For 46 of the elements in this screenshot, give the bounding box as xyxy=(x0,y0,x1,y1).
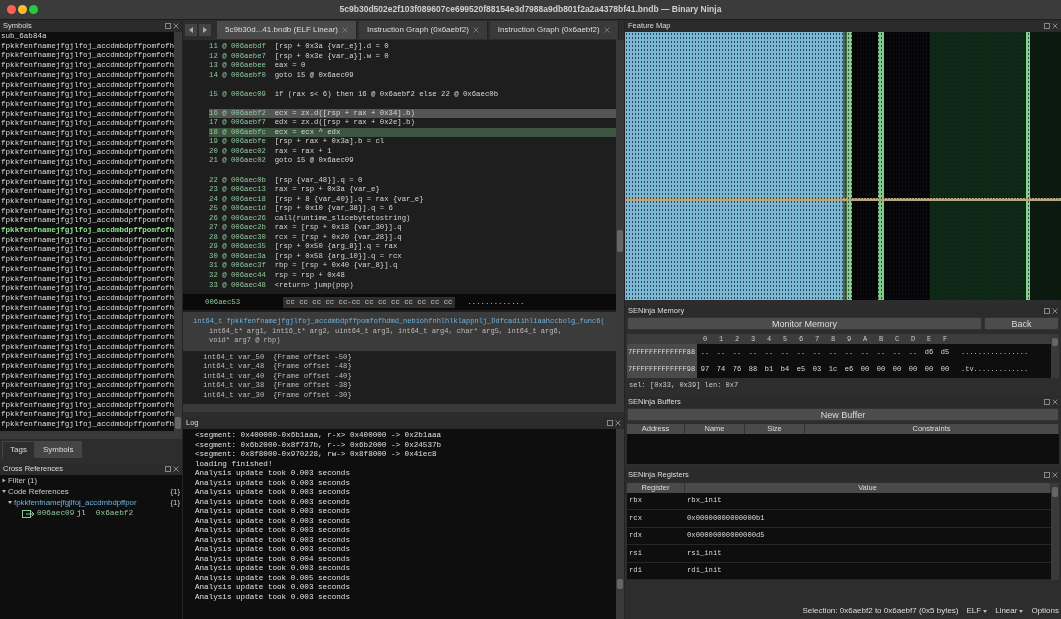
undock-icon[interactable] xyxy=(165,23,171,29)
expand-icon[interactable] xyxy=(2,478,6,483)
scrollbar[interactable] xyxy=(1051,482,1059,580)
close-icon[interactable] xyxy=(1052,308,1058,314)
forward-button[interactable] xyxy=(199,24,211,36)
left-arrow-icon xyxy=(189,27,193,33)
undock-icon[interactable] xyxy=(1044,308,1050,314)
undock-icon[interactable] xyxy=(1044,471,1050,478)
tab[interactable]: Symbols xyxy=(34,441,82,458)
undock-icon[interactable] xyxy=(607,420,613,426)
close-icon[interactable] xyxy=(173,23,179,29)
scrollbar[interactable] xyxy=(0,431,182,439)
undock-icon[interactable] xyxy=(1044,23,1050,29)
close-icon[interactable] xyxy=(472,27,479,33)
caret-icon xyxy=(983,609,988,613)
back-button[interactable] xyxy=(185,24,197,36)
scrollbar[interactable] xyxy=(1051,334,1059,378)
selection-status: Selection: 0x6aebf2 to 0x6aebf7 (0x5 bytes) xyxy=(802,605,959,617)
status-menu[interactable]: Linear xyxy=(995,605,1024,617)
close-icon[interactable] xyxy=(615,420,621,426)
close-icon[interactable] xyxy=(1052,398,1058,405)
feature-map-drawing[interactable] xyxy=(625,32,1061,300)
scrollbar[interactable] xyxy=(616,429,624,619)
expand-icon[interactable] xyxy=(2,490,6,493)
expand-icon[interactable] xyxy=(8,501,12,504)
right-arrow-icon xyxy=(203,27,207,33)
tab[interactable]: Tags xyxy=(2,441,35,458)
close-icon[interactable] xyxy=(1052,23,1058,29)
close-icon[interactable] xyxy=(603,27,610,33)
memory-button[interactable]: Back xyxy=(984,317,1059,330)
status-menu[interactable]: ELF xyxy=(966,605,988,617)
editor-tab[interactable]: Instruction Graph (0x6aebf2) xyxy=(489,21,619,39)
jump-arrow-icon xyxy=(22,509,35,518)
scrollbar[interactable] xyxy=(174,32,182,431)
scrollbar[interactable] xyxy=(616,40,624,412)
editor-tab[interactable]: Instruction Graph (0x6aebf2) xyxy=(358,21,488,39)
memory-button[interactable]: Monitor Memory xyxy=(627,317,982,330)
status-menu[interactable]: Options xyxy=(1031,605,1059,617)
undock-icon[interactable] xyxy=(165,466,171,472)
caret-icon xyxy=(1019,609,1024,613)
close-icon[interactable] xyxy=(173,466,179,472)
window-title: 5c9b30d502e2f103f089607ce699520f88154e3d7988a9db801f2a2a4378bf41.bndb — Binary Ninja xyxy=(339,3,722,16)
scrollbar[interactable] xyxy=(183,404,616,412)
editor-tab[interactable]: 5c9b30d...41.bndb (ELF Linear) xyxy=(217,21,357,39)
close-icon[interactable] xyxy=(1052,471,1058,478)
undock-icon[interactable] xyxy=(1044,398,1050,405)
